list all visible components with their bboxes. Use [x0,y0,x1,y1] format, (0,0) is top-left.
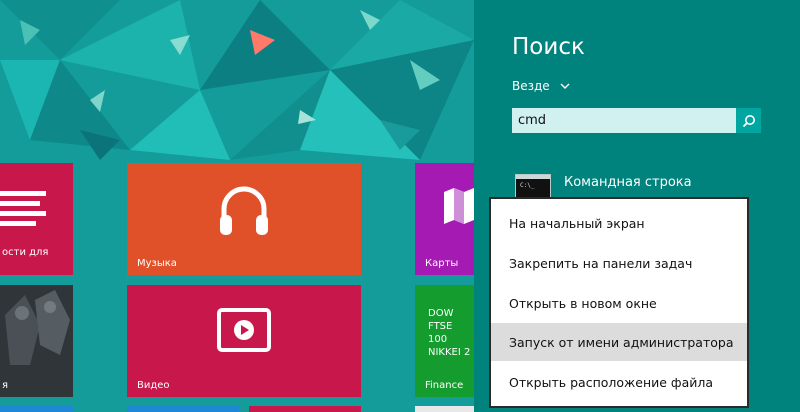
bottom-tile[interactable] [127,406,239,412]
search-scope-dropdown[interactable]: Везде [512,79,570,93]
finance-tile-label: Finance [425,380,464,391]
people-tile[interactable]: я [0,285,73,397]
people-photo-icon [0,285,73,397]
news-tile-label: ости для [2,247,49,258]
search-scope-label: Везде [512,79,550,93]
bottom-tile[interactable] [415,406,474,412]
context-menu-item-pin-taskbar[interactable]: Закрепить на панели задач [491,244,747,282]
search-box [512,108,761,133]
context-menu-item-open-new-window[interactable]: Открыть в новом окне [491,284,747,322]
finance-ticker: FTSE 100 [428,321,453,345]
search-icon [742,114,755,127]
news-icon [0,191,46,226]
bottom-tile[interactable] [249,406,361,412]
finance-ticker-list: DOW FTSE 100 NIKKEI 2 [428,307,474,359]
context-menu-item-open-file-location[interactable]: Открыть расположение файла [491,363,747,401]
music-tile-label: Музыка [137,258,177,269]
context-menu: На начальный экран Закрепить на панели з… [489,197,749,408]
finance-ticker: NIKKEI 2 [428,347,471,358]
bottom-tile[interactable] [0,406,73,412]
map-icon [444,188,474,224]
search-panel-title: Поиск [512,34,585,60]
start-screen: ости для Музыка Карты я Видео DOW FTSE 1… [0,0,474,412]
people-tile-label: я [2,380,9,391]
search-result-label: Командная строка [564,175,692,190]
video-tile[interactable]: Видео [127,285,361,397]
music-tile[interactable]: Музыка [127,163,361,275]
video-tile-label: Видео [137,380,170,391]
command-prompt-icon-text: C:\_ [520,182,535,189]
headphones-icon [220,186,268,235]
context-menu-item-run-as-admin[interactable]: Запуск от имени администратора [491,323,747,361]
finance-tile[interactable]: DOW FTSE 100 NIKKEI 2 Finance [415,285,474,397]
maps-tile-label: Карты [425,258,459,269]
chevron-down-icon [560,83,570,89]
search-button[interactable] [736,108,761,133]
video-play-icon [217,308,271,352]
news-tile[interactable]: ости для [0,163,73,275]
context-menu-item-pin-start[interactable]: На начальный экран [491,204,747,242]
finance-ticker: DOW [428,308,454,319]
search-input[interactable] [512,108,736,133]
maps-tile[interactable]: Карты [415,163,474,275]
